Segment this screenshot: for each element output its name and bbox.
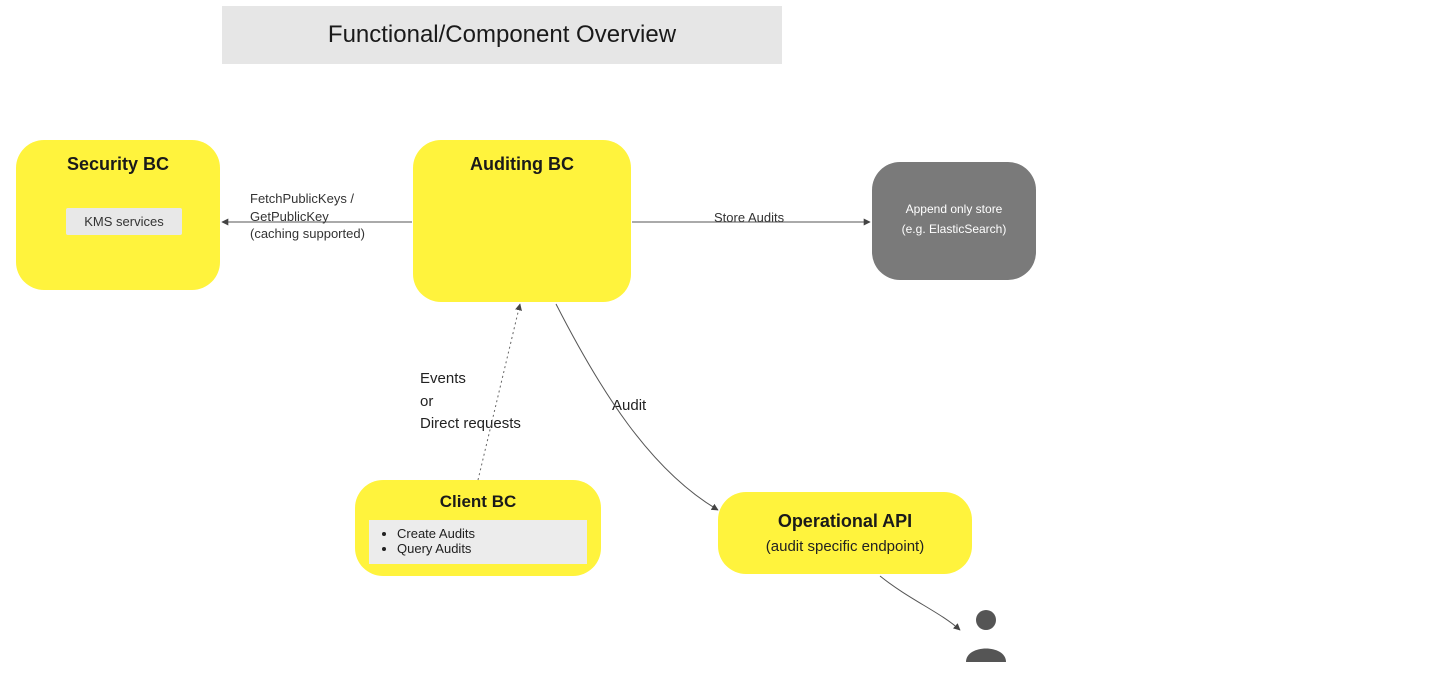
node-security-bc: Security BC KMS services — [16, 140, 220, 290]
store-line1: Append only store — [906, 202, 1003, 216]
node-client-title: Client BC — [369, 492, 587, 512]
node-append-only-store: Append only store (e.g. ElasticSearch) — [872, 162, 1036, 280]
node-client-bc: Client BC Create Audits Query Audits — [355, 480, 601, 576]
edge-events-l2: or — [420, 391, 521, 414]
edge-fetch-l2: GetPublicKey — [250, 208, 410, 226]
client-item-create: Create Audits — [397, 526, 581, 541]
diagram-title: Functional/Component Overview — [222, 6, 782, 64]
node-client-listbox: Create Audits Query Audits — [369, 520, 587, 564]
edge-events-l3: Direct requests — [420, 413, 521, 436]
edge-events-l1: Events — [420, 368, 521, 391]
node-operational-api: Operational API (audit specific endpoint… — [718, 492, 972, 574]
node-auditing-bc: Auditing BC — [413, 140, 631, 302]
diagram-canvas: Functional/Component Overview Security B… — [0, 0, 1450, 675]
edge-label-audit: Audit — [612, 396, 646, 416]
edge-label-store-audits: Store Audits — [714, 209, 784, 227]
store-line2: (e.g. ElasticSearch) — [902, 222, 1007, 236]
node-security-title: Security BC — [34, 154, 202, 175]
diagram-title-text: Functional/Component Overview — [328, 21, 676, 49]
node-auditing-title: Auditing BC — [431, 154, 613, 175]
edge-label-events: Events or Direct requests — [420, 368, 521, 436]
edge-fetch-l3: (caching supported) — [250, 225, 410, 243]
user-icon — [962, 606, 1010, 662]
edge-fetch-l1: FetchPublicKeys / — [250, 190, 410, 208]
node-security-service: KMS services — [66, 208, 182, 235]
edge-opapi-to-user — [880, 576, 960, 630]
opapi-title: Operational API — [778, 511, 912, 532]
connectors-overlay — [0, 0, 1450, 675]
edge-label-fetch: FetchPublicKeys / GetPublicKey (caching … — [250, 190, 410, 243]
client-item-query: Query Audits — [397, 541, 581, 556]
opapi-subtitle: (audit specific endpoint) — [766, 538, 924, 555]
